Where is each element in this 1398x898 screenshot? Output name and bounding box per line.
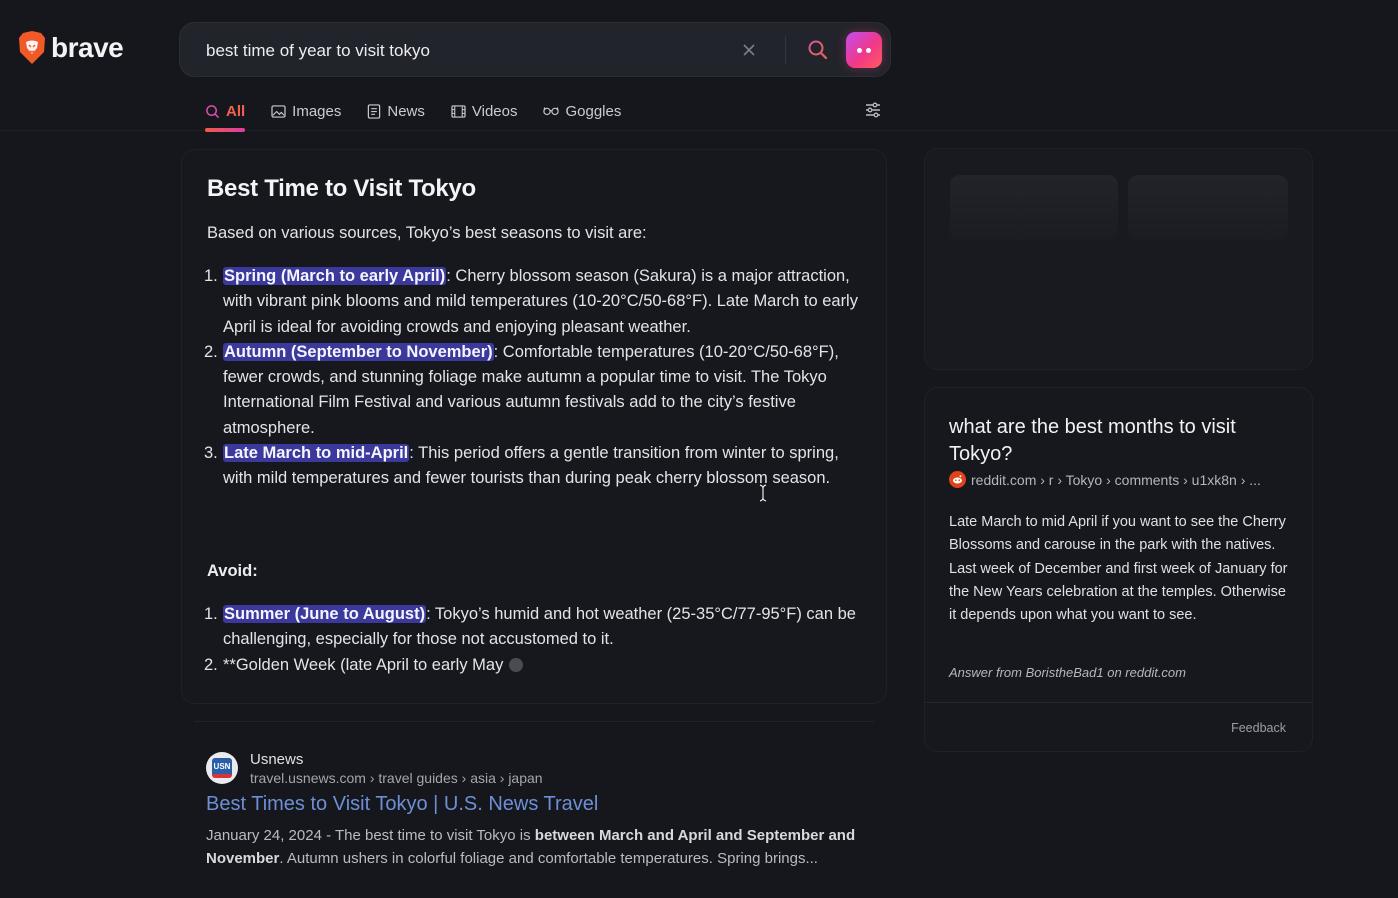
skeleton-placeholder (1128, 175, 1288, 241)
site-favicon: USN (206, 752, 238, 784)
tab-all[interactable]: All (205, 98, 246, 132)
avoid-heading: Avoid: (207, 562, 258, 580)
search-icon (808, 40, 828, 60)
avoid-list: 1. Summer (June to August): Tokyo’s humid… (204, 602, 864, 678)
leo-ai-icon (857, 47, 862, 53)
tab-images[interactable]: Images (271, 98, 341, 124)
best-seasons-list: 1. Spring (March to early April): Cherry … (204, 264, 864, 492)
search-submit-button[interactable] (806, 38, 830, 62)
close-icon (743, 44, 755, 56)
list-item: 2. **Golden Week (late April to early May (204, 653, 864, 678)
ai-answer-card: Best Time to Visit Tokyo Based on variou… (181, 149, 887, 704)
clear-search-button[interactable] (738, 39, 760, 61)
search-settings-button[interactable] (864, 101, 884, 121)
usnews-logo-icon: USN (212, 758, 232, 778)
section-divider (194, 721, 874, 722)
list-text: **Golden Week (late April to early May (223, 655, 504, 674)
result-url[interactable]: travel.usnews.com › travel guides › asia… (250, 770, 543, 786)
highlight-term: Late March to mid-April (223, 444, 410, 463)
search-box (179, 22, 891, 77)
brave-lion-icon (19, 31, 45, 64)
skeleton-placeholder (950, 175, 1118, 241)
source-breadcrumb: reddit.com › r › Tokyo › comments › u1xk… (971, 471, 1261, 488)
list-number: 3. (204, 444, 218, 463)
highlight-term: Spring (March to early April) (223, 267, 447, 285)
tab-label: Goggles (565, 102, 622, 120)
news-icon (368, 103, 381, 119)
header: brave All Images News (0, 0, 1398, 132)
discussion-question[interactable]: what are the best months to visit Tokyo? (949, 414, 1294, 468)
result-breadcrumb: › travel guides › asia › japan (365, 770, 543, 786)
search-icon (206, 104, 220, 118)
discussion-card: what are the best months to visit Tokyo?… (924, 387, 1313, 752)
list-item: 1. Summer (June to August): Tokyo’s humid… (204, 602, 864, 653)
streaming-indicator-icon (509, 658, 524, 673)
discussion-source[interactable]: reddit.com › r › Tokyo › comments › u1xk… (949, 471, 1261, 488)
discussion-answer: Late March to mid April if you want to s… (949, 514, 1288, 624)
list-number: 2. (204, 655, 218, 674)
result-snippet: January 24, 2024 - The best time to visi… (206, 824, 866, 871)
reddit-icon (949, 471, 966, 488)
answer-title: Best Time to Visit Tokyo (207, 175, 476, 202)
list-item: 1. Spring (March to early April): Cherry … (204, 264, 864, 340)
sliders-icon (866, 102, 880, 118)
search-input[interactable] (206, 38, 726, 64)
list-number: 2. (204, 342, 218, 361)
image-icon (271, 104, 286, 118)
list-item: 2. Autumn (September to November): Comfor… (204, 340, 864, 441)
card-divider (925, 702, 1312, 703)
result-title-link[interactable]: Best Times to Visit Tokyo | U.S. News Tr… (206, 793, 598, 816)
brave-logo[interactable]: brave (17, 30, 124, 66)
sidebar-loading-card (924, 148, 1313, 370)
list-number: 1. (204, 267, 218, 285)
text-cursor-icon (759, 484, 767, 502)
result-date: January 24, 2024 (206, 827, 322, 844)
answer-intro: Based on various sources, Tokyo’s best s… (207, 224, 647, 242)
tab-news[interactable]: News (367, 98, 425, 124)
answer-attribution: Answer from BoristheBad1 on reddit.com (949, 665, 1186, 680)
search-tabs: All Images News Videos Goggles (205, 98, 647, 132)
tab-goggles[interactable]: Goggles (543, 98, 621, 124)
snippet-text: . Autumn ushers in colorful foliage and … (279, 850, 818, 868)
result-site-name: Usnews (250, 751, 304, 768)
result-domain: travel.usnews.com (250, 770, 366, 786)
film-icon (451, 104, 466, 118)
goggles-icon (543, 107, 560, 116)
search-divider (785, 36, 786, 64)
tab-videos[interactable]: Videos (451, 98, 518, 124)
tab-label: All (226, 102, 246, 120)
brand-name: brave (51, 32, 124, 63)
tab-label: Images (292, 102, 342, 120)
highlight-term: Autumn (September to November) (223, 342, 494, 361)
list-number: 1. (204, 605, 218, 623)
highlight-term: Summer (June to August) (223, 605, 427, 623)
snippet-text: - The best time to visit Tokyo is (321, 827, 535, 844)
tab-label: News (387, 102, 425, 120)
leo-ai-icon-dot (866, 47, 871, 53)
feedback-link[interactable]: Feedback (1231, 721, 1286, 735)
leo-ai-button[interactable] (846, 32, 882, 68)
tab-label: Videos (471, 102, 518, 120)
